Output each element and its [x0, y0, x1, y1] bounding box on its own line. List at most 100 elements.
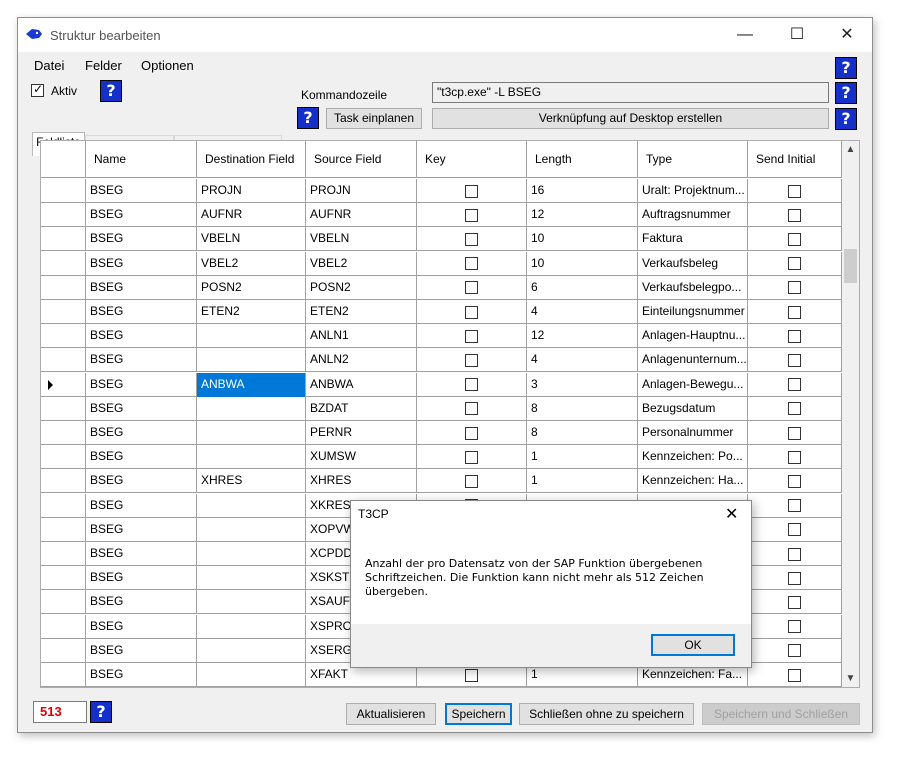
cell-destination-field[interactable]: VBELN [197, 227, 306, 252]
save-button[interactable]: Speichern [445, 703, 512, 725]
table-row[interactable]: BSEG VBELN VBELN 10 Faktura [41, 227, 842, 252]
cell-destination-field[interactable] [197, 542, 306, 566]
row-selector[interactable] [41, 396, 86, 421]
cell-key[interactable] [417, 203, 527, 228]
cell-length[interactable]: 10 [527, 251, 638, 276]
cell-name[interactable]: BSEG [86, 372, 197, 397]
checkbox[interactable] [788, 305, 801, 319]
checkbox[interactable] [465, 281, 478, 295]
cell-destination-field[interactable]: VBEL2 [197, 251, 306, 276]
cell-name[interactable]: BSEG [86, 663, 197, 687]
help-button-aktiv[interactable]: ? [100, 80, 122, 102]
checkbox[interactable] [788, 257, 801, 271]
row-selector[interactable] [41, 445, 86, 470]
cell-type[interactable]: Personalnummer [638, 421, 748, 445]
cell-name[interactable]: BSEG [86, 179, 197, 203]
row-selector[interactable] [41, 542, 86, 566]
cell-key[interactable] [417, 275, 527, 300]
cell-destination-field[interactable]: PROJN [197, 179, 306, 203]
table-row[interactable]: BSEG VBEL2 VBEL2 10 Verkaufsbeleg [41, 251, 842, 276]
row-selector[interactable] [41, 517, 86, 542]
row-selector[interactable] [41, 275, 86, 300]
cell-name[interactable]: BSEG [86, 493, 197, 518]
checkbox[interactable] [788, 184, 801, 198]
cell-length[interactable]: 1 [527, 469, 638, 494]
table-row[interactable]: BSEG POSN2 POSN2 6 Verkaufsbelegpo... [41, 275, 842, 300]
cell-source-field[interactable]: ETEN2 [306, 300, 417, 324]
checkbox[interactable] [788, 208, 801, 222]
cell-source-field[interactable]: POSN2 [306, 275, 417, 300]
header-destination-field[interactable]: Destination Field [197, 141, 306, 178]
cell-source-field[interactable]: BZDAT [306, 396, 417, 421]
cell-send-initial[interactable] [748, 566, 842, 591]
cell-send-initial[interactable] [748, 300, 842, 324]
cell-length[interactable]: 8 [527, 396, 638, 421]
row-selector[interactable] [41, 227, 86, 252]
cell-source-field[interactable]: XUMSW [306, 445, 417, 470]
cell-type[interactable]: Anlagen-Bewegu... [638, 372, 748, 397]
cell-name[interactable]: BSEG [86, 614, 197, 639]
row-selector[interactable] [41, 566, 86, 591]
cell-send-initial[interactable] [748, 493, 842, 518]
table-row[interactable]: BSEG BZDAT 8 Bezugsdatum [41, 396, 842, 421]
menu-optionen[interactable]: Optionen [141, 58, 194, 73]
cell-type[interactable]: Verkaufsbelegpo... [638, 275, 748, 300]
cell-send-initial[interactable] [748, 396, 842, 421]
checkbox[interactable] [788, 595, 801, 609]
checkbox[interactable] [465, 668, 478, 682]
cell-send-initial[interactable] [748, 251, 842, 276]
row-selector[interactable] [41, 203, 86, 228]
cell-destination-field[interactable] [197, 590, 306, 615]
cell-send-initial[interactable] [748, 275, 842, 300]
checkbox[interactable] [465, 184, 478, 198]
cell-type[interactable]: Faktura [638, 227, 748, 252]
cell-destination-field[interactable] [197, 324, 306, 349]
checkbox[interactable] [788, 353, 801, 367]
cell-key[interactable] [417, 300, 527, 324]
cell-type[interactable]: Kennzeichen: Po... [638, 445, 748, 470]
menu-datei[interactable]: Datei [34, 58, 64, 73]
cell-source-field[interactable]: VBELN [306, 227, 417, 252]
cell-send-initial[interactable] [748, 203, 842, 228]
cell-length[interactable]: 12 [527, 203, 638, 228]
header-name[interactable]: Name [86, 141, 197, 178]
cell-send-initial[interactable] [748, 227, 842, 252]
close-without-save-button[interactable]: Schließen ohne zu speichern [519, 703, 694, 725]
cell-name[interactable]: BSEG [86, 348, 197, 373]
row-selector[interactable] [41, 663, 86, 687]
cell-name[interactable]: BSEG [86, 638, 197, 663]
checkbox[interactable] [465, 353, 478, 367]
cell-key[interactable] [417, 421, 527, 445]
cell-name[interactable]: BSEG [86, 275, 197, 300]
cell-length[interactable]: 8 [527, 421, 638, 445]
cell-send-initial[interactable] [748, 517, 842, 542]
cell-destination-field[interactable] [197, 493, 306, 518]
cell-name[interactable]: BSEG [86, 396, 197, 421]
row-selector[interactable] [41, 324, 86, 349]
cell-send-initial[interactable] [748, 348, 842, 373]
task-button[interactable]: Task einplanen [326, 108, 422, 129]
cell-send-initial[interactable] [748, 542, 842, 566]
cell-name[interactable]: BSEG [86, 542, 197, 566]
cell-type[interactable]: Verkaufsbeleg [638, 251, 748, 276]
help-button-menu[interactable]: ? [835, 57, 857, 79]
checkbox[interactable] [465, 329, 478, 343]
checkbox[interactable] [788, 402, 801, 416]
cell-type[interactable]: Bezugsdatum [638, 396, 748, 421]
cell-name[interactable]: BSEG [86, 251, 197, 276]
row-selector[interactable] [41, 348, 86, 373]
checkbox[interactable] [465, 378, 478, 392]
cell-name[interactable]: BSEG [86, 590, 197, 615]
row-selector[interactable] [41, 251, 86, 276]
cell-type[interactable]: Anlagen-Hauptnu... [638, 324, 748, 349]
checkbox[interactable] [788, 450, 801, 464]
shortcut-button[interactable]: Verknüpfung auf Desktop erstellen [432, 108, 829, 129]
checkbox[interactable] [788, 499, 801, 513]
cell-key[interactable] [417, 372, 527, 397]
header-type[interactable]: Type [638, 141, 748, 178]
dialog-ok-button[interactable]: OK [651, 634, 735, 656]
cell-name[interactable]: BSEG [86, 300, 197, 324]
checkbox[interactable] [465, 208, 478, 222]
cell-length[interactable]: 4 [527, 348, 638, 373]
cell-key[interactable] [417, 251, 527, 276]
